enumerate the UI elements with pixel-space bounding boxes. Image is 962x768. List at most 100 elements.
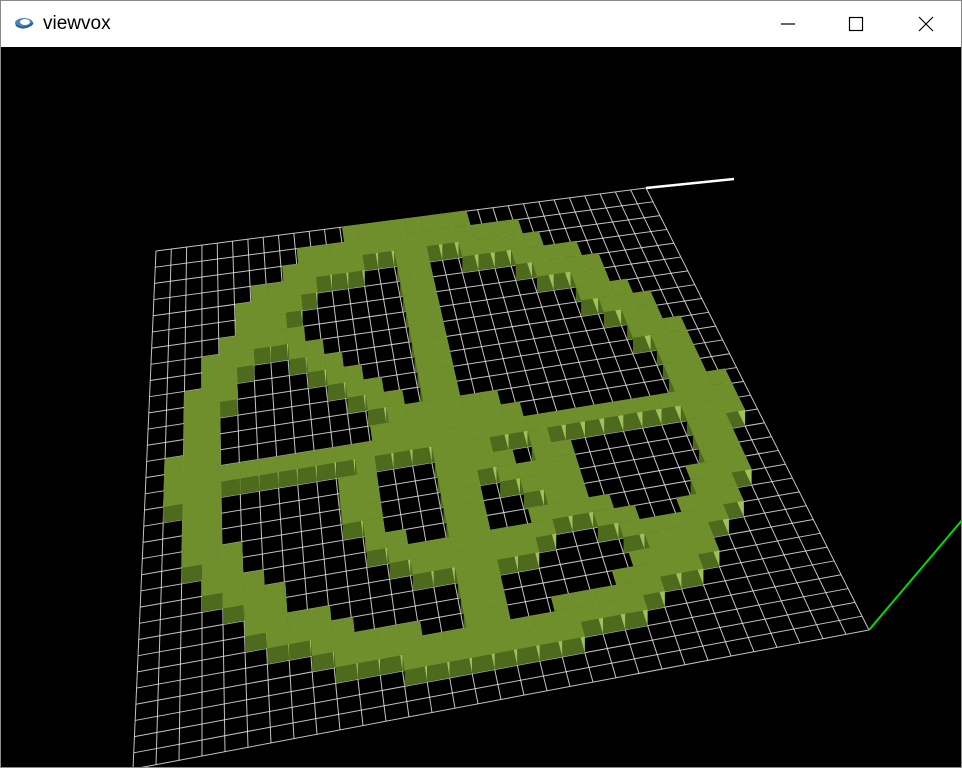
- voxel-face: [301, 292, 318, 311]
- close-button[interactable]: [903, 1, 949, 47]
- voxel-face: [327, 382, 346, 402]
- voxel-face: [370, 422, 392, 441]
- voxel-face: [202, 433, 221, 453]
- maximize-icon: [848, 16, 864, 32]
- voxel-face: [202, 370, 220, 389]
- voxel-face: [431, 443, 455, 462]
- voxel-face: [357, 471, 379, 490]
- voxel-face: [268, 297, 286, 316]
- voxel-face: [220, 462, 241, 482]
- voxel-face: [429, 335, 450, 354]
- voxel-model: [163, 210, 752, 687]
- voxel-face: [363, 376, 384, 395]
- voxel-face: [219, 399, 238, 418]
- voxel-face: [504, 416, 528, 434]
- voxel-face: [353, 440, 375, 460]
- voxel-face: [435, 365, 457, 384]
- voxel-face: [407, 231, 427, 249]
- voxel-face: [482, 404, 505, 423]
- voxel-face: [202, 354, 220, 373]
- voxel-face: [239, 459, 260, 479]
- voxel-face: [375, 235, 395, 253]
- voxel-face: [312, 244, 331, 262]
- voxel-face: [422, 306, 444, 324]
- voxel-face: [417, 368, 439, 387]
- voxel-face: [253, 346, 271, 366]
- voxel-face: [267, 281, 285, 300]
- voxel-face: [441, 395, 464, 414]
- 3d-viewport[interactable]: [1, 47, 961, 767]
- voxel-face: [324, 351, 344, 370]
- voxel-face: [420, 383, 442, 402]
- voxel-face: [202, 449, 221, 469]
- voxel-face: [391, 434, 413, 453]
- voxel-face: [416, 276, 437, 294]
- voxel-face: [444, 410, 467, 429]
- voxel-face: [397, 263, 417, 281]
- voxel-face: [252, 315, 270, 334]
- voxel-scene[interactable]: [1, 47, 961, 767]
- voxel-face: [236, 349, 255, 368]
- voxel-face: [373, 220, 392, 238]
- voxel-face: [413, 261, 434, 279]
- voxel-face: [404, 216, 423, 234]
- voxel-face: [250, 283, 268, 302]
- voxel-face: [258, 456, 279, 476]
- voxel-face: [466, 422, 490, 441]
- voxel-face: [447, 425, 471, 444]
- voxel-face: [259, 471, 279, 492]
- voxel-face: [314, 259, 333, 278]
- voxel-face: [296, 246, 315, 264]
- voxel-face: [355, 456, 377, 475]
- voxel-face: [345, 379, 366, 398]
- voxel-face: [342, 520, 363, 541]
- voxel-face: [235, 301, 253, 321]
- voxel-face: [414, 353, 436, 372]
- voxel-face: [332, 272, 349, 291]
- voxel-face: [269, 328, 289, 347]
- voxel-face: [383, 389, 405, 408]
- voxel-face: [391, 233, 411, 251]
- voxel-face: [330, 257, 349, 275]
- x-axis-line: [645, 177, 735, 190]
- voxel-face: [308, 369, 326, 389]
- title-bar[interactable]: viewvox: [1, 1, 961, 47]
- voxel-face: [365, 392, 387, 411]
- voxel-face: [348, 270, 365, 289]
- voxel-face: [183, 436, 202, 456]
- voxel-face: [419, 291, 440, 309]
- y-axis-line: [868, 519, 961, 631]
- voxel-face: [289, 357, 307, 376]
- voxel-face: [219, 383, 238, 402]
- voxel-face: [434, 458, 458, 477]
- voxel-face: [182, 500, 202, 520]
- voxel-face: [328, 242, 347, 260]
- voxel-face: [411, 338, 433, 357]
- close-icon: [918, 16, 934, 32]
- voxel-face: [184, 388, 202, 408]
- minimize-button[interactable]: [765, 1, 811, 47]
- voxel-face: [277, 453, 298, 472]
- voxel-face: [269, 312, 287, 331]
- voxel-face: [426, 413, 448, 432]
- voxel-face: [432, 350, 454, 369]
- voxel-face: [429, 428, 451, 447]
- voxel-face: [182, 468, 202, 488]
- voxel-face: [202, 465, 222, 485]
- voxel-face: [202, 401, 221, 421]
- voxel-face: [305, 338, 325, 357]
- voxel-face: [393, 449, 413, 469]
- voxel-face: [343, 364, 364, 383]
- maximize-button[interactable]: [833, 1, 879, 47]
- voxel-face: [183, 404, 202, 424]
- voxel-face: [344, 239, 363, 258]
- voxel-face: [362, 252, 379, 272]
- voxel-face: [315, 274, 333, 294]
- voxel-face: [235, 333, 254, 352]
- voxel-face: [298, 261, 316, 280]
- voxel-face: [410, 431, 432, 450]
- voxel-face: [460, 392, 483, 411]
- voxel-face: [334, 443, 356, 463]
- viewvox-window: viewvox: [0, 0, 962, 768]
- voxel-face: [405, 308, 426, 327]
